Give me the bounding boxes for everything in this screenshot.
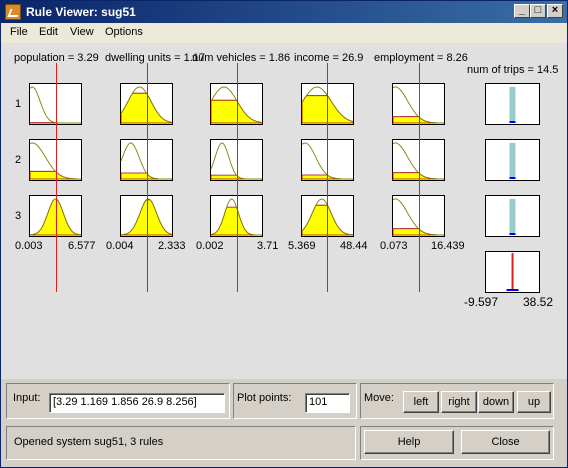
rule-output-bar — [509, 86, 516, 123]
range-max-population: 6.577 — [68, 240, 96, 252]
input-indicator-line[interactable] — [56, 63, 57, 292]
close-button[interactable]: Close — [461, 430, 550, 454]
plot-points-label: Plot points: — [237, 392, 292, 404]
rule-plot-area: population = 3.29 dwelling units = 1.17 … — [1, 43, 567, 379]
move-up-button[interactable]: up — [517, 391, 551, 413]
rule-output-bar — [509, 142, 516, 179]
rule-output-bar — [509, 198, 516, 235]
aggregate-output-plot — [485, 251, 540, 293]
input-indicator-line[interactable] — [147, 63, 148, 292]
input-label-num-vehicles: num vehicles = 1.86 — [192, 52, 291, 64]
range-min-dwelling-units: 0.004 — [106, 240, 134, 252]
rule-number: 3 — [15, 210, 22, 222]
plot-points-field[interactable]: 101 — [305, 393, 350, 413]
output-rule-plot-3 — [485, 195, 540, 237]
range-max-num-vehicles: 3.71 — [257, 240, 279, 252]
input-indicator-line[interactable] — [237, 63, 238, 292]
move-down-button[interactable]: down — [478, 391, 514, 413]
output-range-min: -9.597 — [464, 295, 499, 309]
rule-output-base — [509, 177, 516, 179]
move-right-button[interactable]: right — [441, 391, 477, 413]
menu-file[interactable]: File — [10, 26, 28, 38]
status-text: Opened system sug51, 3 rules — [14, 436, 164, 448]
range-max-dwelling-units: 2.333 — [158, 240, 186, 252]
help-button[interactable]: Help — [364, 430, 454, 454]
menu-bar: File Edit View Options — [1, 23, 567, 43]
matlab-app-icon — [5, 4, 21, 20]
range-min-employment: 0.073 — [380, 240, 408, 252]
rule-number: 2 — [15, 154, 22, 166]
input-vector-field[interactable]: [3.29 1.169 1.856 26.9 8.256] — [49, 393, 225, 413]
move-left-button[interactable]: left — [403, 391, 439, 413]
rule-number: 1 — [15, 98, 22, 110]
input-indicator-line[interactable] — [327, 63, 328, 292]
close-window-button[interactable]: × — [547, 4, 563, 18]
rule-output-base — [509, 121, 516, 123]
rule-output-base — [509, 233, 516, 235]
menu-options[interactable]: Options — [105, 26, 143, 38]
output-label-num-of-trips: num of trips = 14.5 — [467, 64, 559, 76]
output-rule-plot-1 — [485, 83, 540, 125]
input-label: Input: — [13, 392, 41, 404]
range-min-income: 5.369 — [288, 240, 316, 252]
control-panel: Input: [3.29 1.169 1.856 26.9 8.256] Plo… — [1, 379, 567, 467]
range-min-num-vehicles: 0.002 — [196, 240, 224, 252]
menu-edit[interactable]: Edit — [39, 26, 58, 38]
range-max-employment: 16.439 — [431, 240, 465, 252]
maximize-button[interactable]: □ — [530, 4, 546, 18]
input-label-employment: employment = 8.26 — [374, 52, 468, 64]
aggregate-base — [506, 289, 519, 291]
minimize-button[interactable]: _ — [514, 4, 530, 18]
title-bar: Rule Viewer: sug51 _ □ × — [1, 1, 567, 23]
menu-view[interactable]: View — [70, 26, 94, 38]
rule-viewer-window: Rule Viewer: sug51 _ □ × File Edit View … — [0, 0, 568, 468]
range-max-income: 48.44 — [340, 240, 368, 252]
window-title: Rule Viewer: sug51 — [26, 5, 136, 19]
input-indicator-line[interactable] — [419, 63, 420, 292]
move-label: Move: — [364, 392, 394, 404]
output-rule-plot-2 — [485, 139, 540, 181]
input-label-income: income = 26.9 — [294, 52, 364, 64]
range-min-population: 0.003 — [15, 240, 43, 252]
input-label-dwelling-units: dwelling units = 1.17 — [105, 52, 205, 64]
output-range-max: 38.52 — [523, 295, 554, 309]
